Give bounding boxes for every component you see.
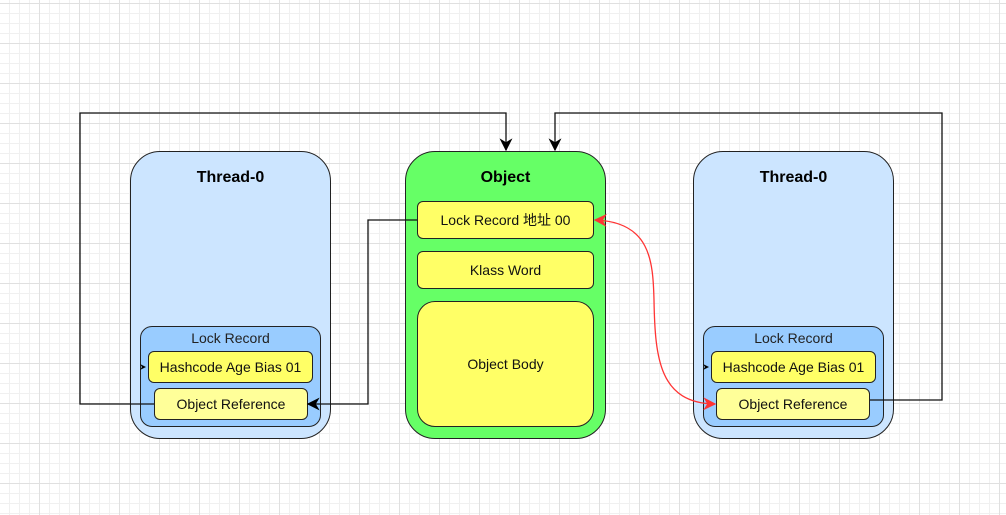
right-small-arrowhead [703,364,709,370]
left-small-arrowhead [140,364,146,370]
cas-swap-arrow [593,213,717,411]
connectors [79,112,943,411]
right-reference-arrow [548,112,943,401]
lock-record-pointer-arrow [306,219,417,411]
left-reference-arrow [79,112,513,405]
